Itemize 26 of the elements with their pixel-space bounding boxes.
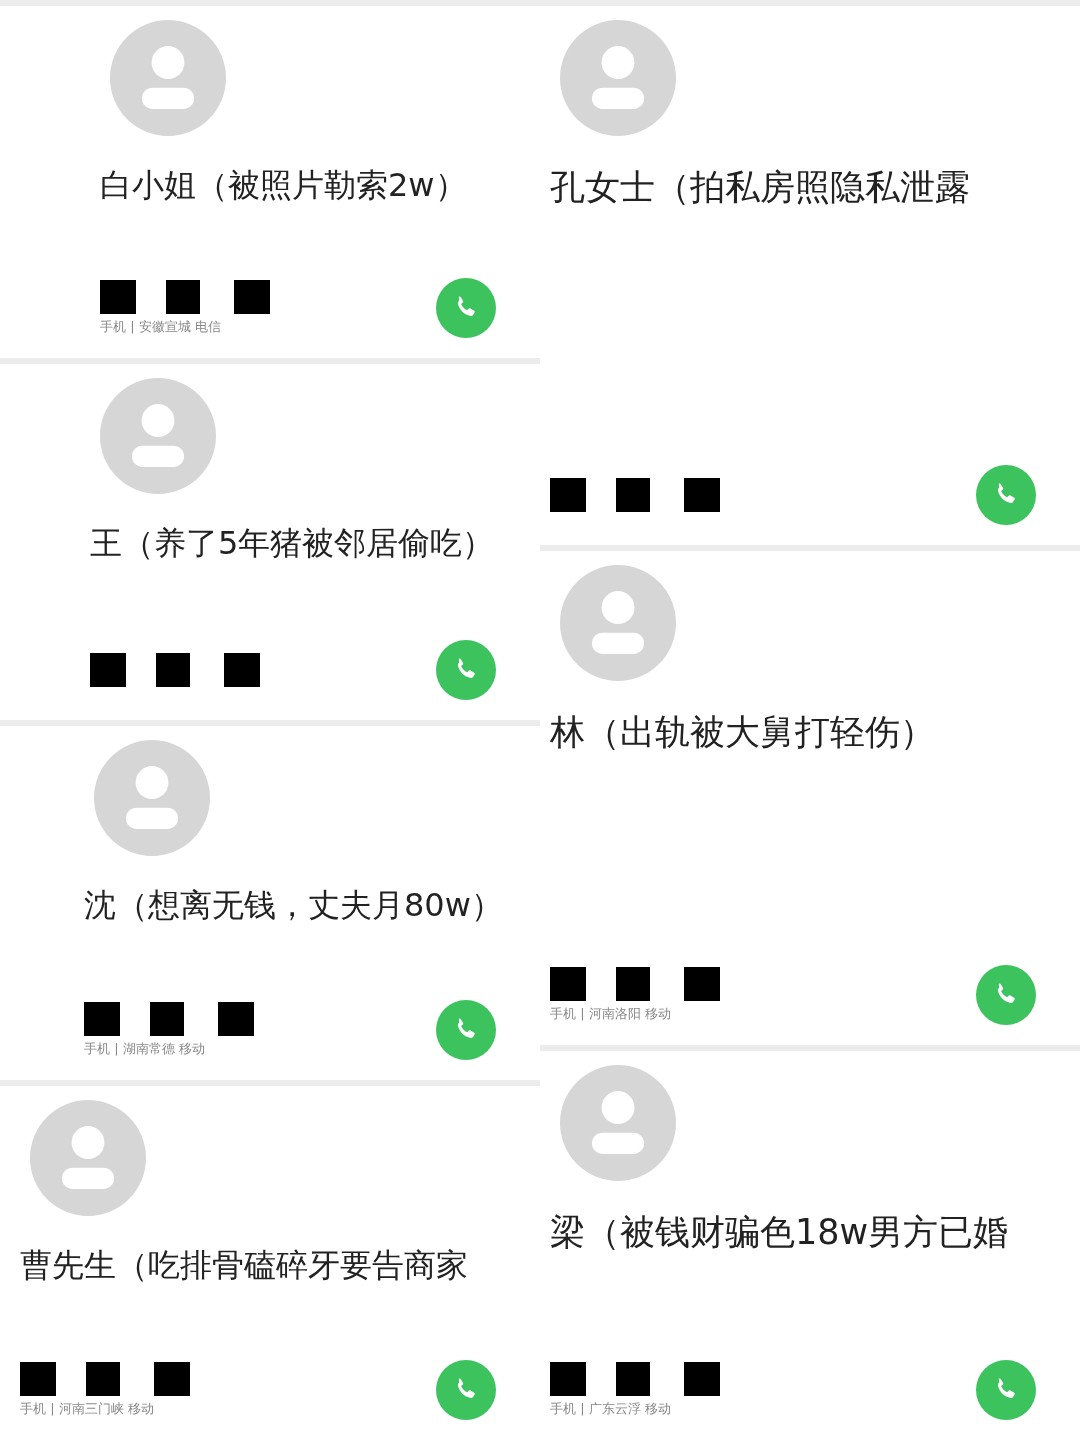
- contact-name: 曹先生（吃排骨磕碎牙要告商家: [20, 1245, 469, 1286]
- contact-name: 白小姐（被照片勒索2w）: [100, 165, 468, 206]
- contact-name: 沈（想离无钱，丈夫月80w）: [84, 885, 504, 926]
- call-button[interactable]: [436, 1360, 496, 1420]
- call-button[interactable]: [436, 278, 496, 338]
- avatar-icon: [100, 378, 216, 494]
- contact-name: 梁（被钱财骗色18w男方已婚: [550, 1211, 1010, 1254]
- contact-name: 孔女士（拍私房照隐私泄露: [550, 166, 971, 209]
- avatar-icon: [110, 20, 226, 136]
- avatar-icon: [560, 565, 676, 681]
- avatar-icon: [30, 1100, 146, 1216]
- contact-name: 王（养了5年猪被邻居偷吃）: [90, 523, 496, 564]
- contact-name: 林（出轨被大舅打轻伤）: [550, 711, 936, 754]
- phone-info: 手机 | 湖南常德 移动: [84, 1040, 206, 1058]
- avatar-icon: [94, 740, 210, 856]
- phone-info: 手机 | 河南洛阳 移动: [550, 1005, 672, 1023]
- phone-info: 手机 | 安徽宣城 电信: [100, 318, 222, 336]
- phone-info: 手机 | 河南三门峡 移动: [20, 1400, 155, 1418]
- call-button[interactable]: [976, 465, 1036, 525]
- phone-info: 手机 | 广东云浮 移动: [550, 1400, 672, 1418]
- call-button[interactable]: [976, 1360, 1036, 1420]
- avatar-icon: [560, 1065, 676, 1181]
- call-button[interactable]: [436, 640, 496, 700]
- call-button[interactable]: [436, 1000, 496, 1060]
- call-button[interactable]: [976, 965, 1036, 1025]
- avatar-icon: [560, 20, 676, 136]
